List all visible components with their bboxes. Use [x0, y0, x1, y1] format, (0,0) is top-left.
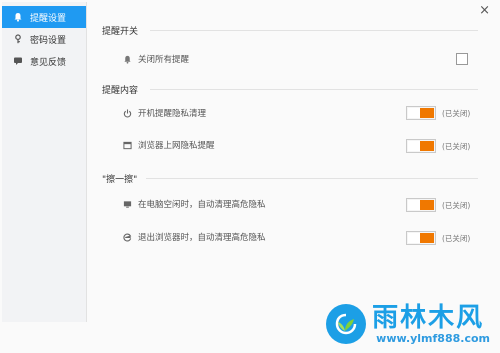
power-icon: [122, 108, 132, 118]
toggle-switch[interactable]: [406, 139, 436, 153]
sidebar-item-label: 意见反馈: [30, 57, 67, 68]
toggle-indicator: [420, 233, 434, 243]
row-browser-privacy-reminder: 浏览器上网隐私提醒 (已关闭): [122, 136, 490, 154]
sidebar: 提醒设置 密码设置 意见反馈: [2, 2, 87, 322]
section-title-content: 提醒内容: [102, 86, 139, 96]
sidebar-item-feedback[interactable]: 意见反馈: [2, 50, 86, 72]
section-title-switch: 提醒开关: [102, 27, 139, 37]
section-divider: [146, 178, 478, 179]
close-all-checkbox[interactable]: [456, 53, 468, 65]
section-divider: [150, 89, 478, 90]
bell-icon: [122, 55, 132, 64]
sidebar-item-label: 密码设置: [30, 35, 67, 46]
watermark: 雨林木风 www.ylmf888.com: [326, 303, 490, 345]
row-idle-auto-clean: 在电脑空闲时，自动清理高危隐私 (已关闭): [122, 195, 490, 213]
settings-window: 提醒设置 密码设置 意见反馈 × 提醒开关 关闭所有提醒 提醒内容 开机提醒隐私…: [0, 0, 500, 353]
browser-icon: [122, 141, 132, 150]
watermark-text: 雨林木风 www.ylmf888.com: [372, 303, 490, 345]
toggle-switch[interactable]: [406, 231, 436, 245]
sidebar-item-reminder-settings[interactable]: 提醒设置: [2, 6, 86, 28]
row-label: 退出浏览器时，自动清理高危隐私: [138, 233, 266, 243]
row-label: 关闭所有提醒: [138, 55, 190, 65]
toggle-indicator: [420, 141, 434, 151]
leaf-logo-icon: [326, 304, 367, 344]
toggle-switch[interactable]: [406, 106, 436, 120]
row-exit-browser-auto-clean: 退出浏览器时，自动清理高危隐私 (已关闭): [122, 228, 490, 246]
row-label: 浏览器上网隐私提醒: [138, 141, 215, 151]
watermark-url: www.ylmf888.com: [376, 332, 490, 345]
toggle-indicator: [420, 200, 434, 210]
sidebar-item-label: 提醒设置: [30, 13, 67, 24]
key-icon: [12, 34, 24, 44]
sidebar-item-password-settings[interactable]: 密码设置: [2, 28, 86, 50]
row-label: 在电脑空闲时，自动清理高危隐私: [138, 200, 266, 210]
chat-icon: [12, 56, 24, 66]
toggle-state: (已关闭): [442, 109, 471, 118]
toggle-switch[interactable]: [406, 198, 436, 212]
toggle-state: (已关闭): [442, 234, 471, 243]
section-divider: [150, 30, 478, 31]
toggle-indicator: [420, 108, 434, 118]
watermark-title: 雨林木风: [372, 303, 485, 333]
ie-icon: [122, 233, 132, 242]
toggle-state: (已关闭): [442, 201, 471, 210]
toggle-state: (已关闭): [442, 142, 471, 151]
row-close-all-reminders: 关闭所有提醒: [122, 50, 490, 68]
row-label: 开机提醒隐私清理: [138, 109, 207, 119]
row-boot-privacy-clean: 开机提醒隐私清理 (已关闭): [122, 104, 490, 122]
section-title-clean: "擦一擦": [102, 175, 138, 185]
bell-icon: [12, 12, 24, 22]
main-panel: 提醒开关 关闭所有提醒 提醒内容 开机提醒隐私清理 (已关闭) 浏览器上网隐私提…: [86, 0, 490, 353]
monitor-icon: [122, 200, 132, 209]
